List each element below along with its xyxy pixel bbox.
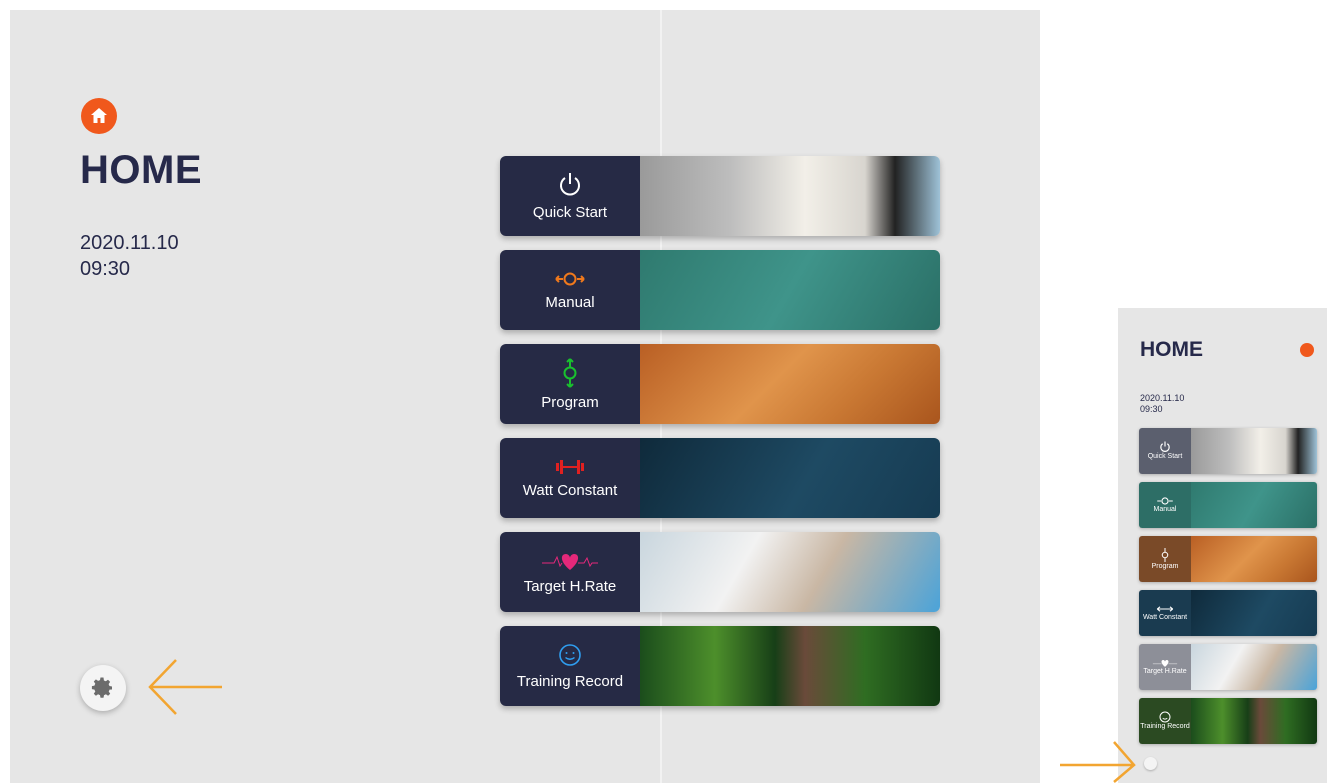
photo-smartwatch [640,532,940,612]
mini-card-manual[interactable]: Manual [1139,482,1317,528]
time-text: 09:30 [80,258,131,280]
program-icon [563,357,577,388]
photo-woman-grass [640,626,940,706]
menu-label-box: Training Record [500,626,640,706]
mini-page-title: HOME [1140,338,1203,361]
menu-card-training-record[interactable]: Training Record [500,626,940,706]
menu-label-box: Target H.Rate [500,532,640,612]
mini-label: Manual [1139,482,1191,528]
photo-desert [640,344,940,424]
menu-label-box: Quick Start [500,156,640,236]
mini-label: Training Record [1139,698,1191,744]
heart-rate-icon [1152,659,1178,667]
main-menu: Quick Start Manual Program Watt Constant… [500,156,940,720]
mini-home-icon[interactable] [1300,343,1314,357]
mini-date-text: 2020.11.10 [1140,393,1185,403]
mini-card-training-record[interactable]: Training Record [1139,698,1317,744]
mini-datetime: 2020.11.10 09:30 [1140,393,1184,415]
menu-label: Training Record [516,672,624,690]
menu-label-box: Program [500,344,640,424]
menu-label-box: Manual [500,250,640,330]
mini-menu: Quick Start Manual Program Watt Constant [1139,428,1317,752]
menu-card-program[interactable]: Program [500,344,940,424]
menu-label: Program [541,393,599,411]
menu-card-manual[interactable]: Manual [500,250,940,330]
mini-photo [1191,428,1317,474]
mini-photo [1191,644,1317,690]
mini-card-program[interactable]: Program [1139,536,1317,582]
power-icon [560,172,580,195]
mini-settings-button[interactable] [1144,757,1157,770]
mini-card-watt-constant[interactable]: Watt Constant [1139,590,1317,636]
mini-label-text: Manual [1153,506,1177,513]
photo-athlete-ball [640,156,940,236]
mini-preview-panel: HOME 2020.11.10 09:30 Quick Start Manual… [1118,308,1327,783]
menu-card-watt-constant[interactable]: Watt Constant [500,438,940,518]
smiley-icon [559,643,581,666]
menu-label: Manual [545,293,595,311]
mini-label: Program [1139,536,1191,582]
mini-card-target-hrate[interactable]: Target H.Rate [1139,644,1317,690]
mini-label-text: Quick Start [1147,453,1183,460]
power-icon [1160,441,1170,452]
dumbbell-icon [556,459,584,474]
mini-label: Quick Start [1139,428,1191,474]
mini-time-text: 09:30 [1140,404,1163,414]
mini-label-text: Watt Constant [1142,614,1188,621]
menu-label: Target H.Rate [523,577,617,595]
annotation-arrow-right [1060,741,1136,783]
menu-card-quick-start[interactable]: Quick Start [500,156,940,236]
menu-label: Watt Constant [522,481,618,499]
manual-icon [1157,497,1173,505]
home-icon[interactable] [81,98,117,134]
mini-photo [1191,698,1317,744]
photo-runner [640,438,940,518]
mini-photo [1191,482,1317,528]
menu-card-target-hrate[interactable]: Target H.Rate [500,532,940,612]
program-icon [1161,548,1169,562]
dumbbell-icon [1156,606,1174,612]
smiley-icon [1159,711,1171,723]
photo-rowing [640,250,940,330]
mini-photo [1191,590,1317,636]
annotation-arrow-left [148,659,222,715]
mini-card-quick-start[interactable]: Quick Start [1139,428,1317,474]
mini-photo [1191,536,1317,582]
settings-button[interactable] [80,665,126,711]
mini-label: Target H.Rate [1139,644,1191,690]
datetime: 2020.11.10 09:30 [80,230,179,282]
menu-label: Quick Start [532,203,608,221]
gear-icon [91,677,112,698]
mini-label: Watt Constant [1139,590,1191,636]
date-text: 2020.11.10 [80,232,179,254]
manual-icon [555,272,585,285]
mini-label-text: Training Record [1140,723,1190,730]
heart-rate-icon [542,553,598,570]
page-title: HOME [80,148,202,192]
mini-label-text: Target H.Rate [1143,668,1187,675]
menu-label-box: Watt Constant [500,438,640,518]
mini-label-text: Program [1151,563,1179,570]
